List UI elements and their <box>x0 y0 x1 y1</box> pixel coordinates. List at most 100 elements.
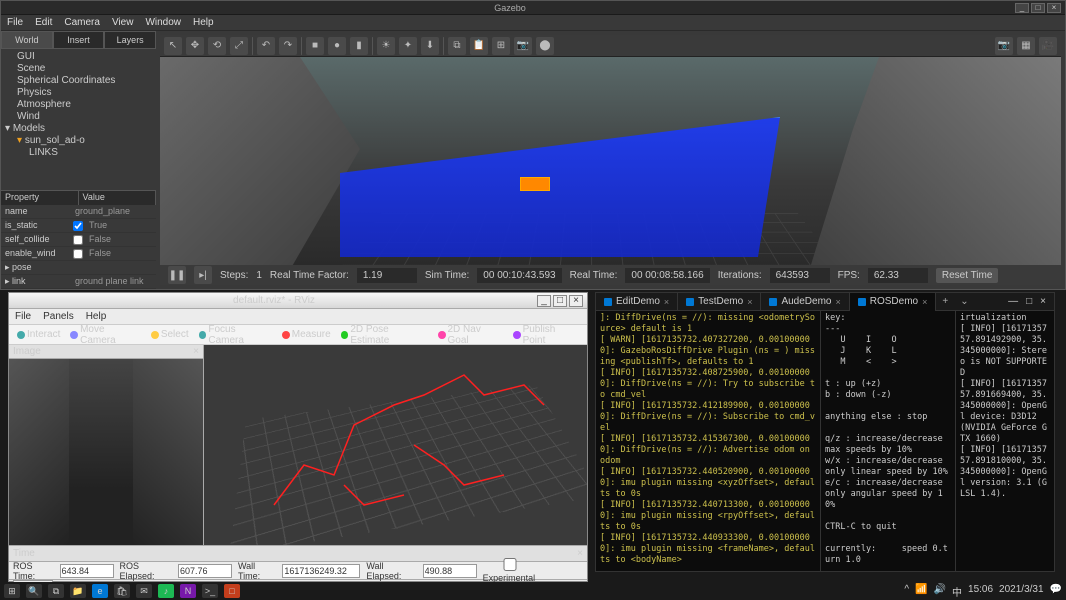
clock-date[interactable]: 2021/3/31 <box>999 584 1044 599</box>
experimental-checkbox[interactable] <box>483 558 537 571</box>
close-button[interactable]: × <box>569 295 583 307</box>
sphere-icon[interactable]: ● <box>328 37 346 55</box>
light-point-icon[interactable]: ☀ <box>377 37 395 55</box>
close-tab-icon[interactable]: × <box>835 297 840 307</box>
terminal-pane-1[interactable]: ]: DiffDrive(ns = //): missing <odometry… <box>596 311 821 571</box>
minimize-button[interactable]: _ <box>537 295 551 307</box>
tray-ime-icon[interactable]: 中 <box>952 584 962 599</box>
search-icon[interactable]: 🔍 <box>26 584 42 598</box>
redo-icon[interactable]: ↷ <box>279 37 297 55</box>
tab-insert[interactable]: Insert <box>53 31 105 49</box>
terminal-pane-3[interactable]: irtualization [ INFO] [1617135757.891492… <box>956 311 1054 571</box>
ros-elapsed-field[interactable] <box>178 564 232 578</box>
menu-camera[interactable]: Camera <box>64 17 100 28</box>
tool-move-camera[interactable]: Move Camera <box>66 322 144 348</box>
tool-measure[interactable]: Measure <box>278 327 335 342</box>
prop-key[interactable]: ▸ link <box>1 275 71 288</box>
system-tray[interactable]: ^ 📶 🔊 中 15:06 2021/3/31 💬 <box>904 584 1062 599</box>
tree-item[interactable]: Wind <box>5 111 152 123</box>
tab-dropdown-icon[interactable]: ⌄ <box>954 296 974 307</box>
panel-close-icon[interactable]: × <box>193 346 199 357</box>
tree-item[interactable]: GUI <box>5 51 152 63</box>
terminal-icon[interactable]: >_ <box>202 584 218 598</box>
prop-checkbox[interactable] <box>73 235 83 245</box>
edge-icon[interactable]: e <box>92 584 108 598</box>
light-spot-icon[interactable]: ✦ <box>399 37 417 55</box>
copy-icon[interactable]: ⧉ <box>448 37 466 55</box>
menu-file[interactable]: File <box>7 17 23 28</box>
prop-checkbox[interactable] <box>73 221 83 231</box>
tree-item[interactable]: Atmosphere <box>5 99 152 111</box>
tool-focus-camera[interactable]: Focus Camera <box>195 322 276 348</box>
term-tab-active[interactable]: ROSDemo× <box>850 293 937 311</box>
world-tree[interactable]: GUI Scene Spherical Coordinates Physics … <box>1 49 156 190</box>
camera-icon[interactable]: 📷 <box>995 37 1013 55</box>
tree-item[interactable]: Spherical Coordinates <box>5 75 152 87</box>
menu-window[interactable]: Window <box>145 17 181 28</box>
menu-edit[interactable]: Edit <box>35 17 52 28</box>
rviz-3d-view[interactable] <box>204 345 587 545</box>
select-icon[interactable]: ↖ <box>164 37 182 55</box>
close-button[interactable]: × <box>1040 296 1046 307</box>
step-icon[interactable]: ▸| <box>194 266 212 284</box>
menu-file[interactable]: File <box>15 311 31 322</box>
paste-icon[interactable]: 📋 <box>470 37 488 55</box>
close-tab-icon[interactable]: × <box>747 297 752 307</box>
terminal-pane-2[interactable]: key: --- U I O J K L M < > t : up (+z) b… <box>821 311 956 571</box>
tray-chevron-icon[interactable]: ^ <box>904 584 909 599</box>
explorer-icon[interactable]: 📁 <box>70 584 86 598</box>
move-icon[interactable]: ✥ <box>186 37 204 55</box>
tool-2d-nav[interactable]: 2D Nav Goal <box>434 322 507 348</box>
menu-panels[interactable]: Panels <box>43 311 74 322</box>
term-tab[interactable]: TestDemo× <box>678 293 761 311</box>
box-icon[interactable]: ■ <box>306 37 324 55</box>
minimize-button[interactable]: — <box>1008 296 1018 307</box>
rviz-titlebar[interactable]: default.rviz* - RViz _ □ × <box>9 293 587 309</box>
wall-elapsed-field[interactable] <box>423 564 477 578</box>
onenote-icon[interactable]: N <box>180 584 196 598</box>
maximize-button[interactable]: □ <box>1026 296 1032 307</box>
tray-wifi-icon[interactable]: 📶 <box>915 584 927 599</box>
tab-layers[interactable]: Layers <box>104 31 156 49</box>
record-icon[interactable]: 🎥 <box>1039 37 1057 55</box>
ortho-icon[interactable]: ▦ <box>1017 37 1035 55</box>
term-tab[interactable]: AudeDemo× <box>761 293 849 311</box>
pause-icon[interactable]: ❚❚ <box>168 266 186 284</box>
prop-key[interactable]: ▸ pose <box>1 261 71 274</box>
reset-time-button[interactable]: Reset Time <box>936 268 999 283</box>
tool-select[interactable]: Select <box>147 327 193 342</box>
tool-2d-pose[interactable]: 2D Pose Estimate <box>337 322 432 348</box>
notification-icon[interactable]: 💬 <box>1050 584 1062 599</box>
spotify-icon[interactable]: ♪ <box>158 584 174 598</box>
tree-item[interactable]: Scene <box>5 63 152 75</box>
new-tab-button[interactable]: + <box>936 296 954 307</box>
tree-item-selected[interactable]: ▾ sun_sol_ad-o <box>5 135 152 147</box>
close-tab-icon[interactable]: × <box>922 297 927 307</box>
snap-icon[interactable]: ⊞ <box>492 37 510 55</box>
close-button[interactable]: × <box>1047 3 1061 13</box>
cylinder-icon[interactable]: ▮ <box>350 37 368 55</box>
tray-volume-icon[interactable]: 🔊 <box>934 584 946 599</box>
mail-icon[interactable]: ✉ <box>136 584 152 598</box>
maximize-button[interactable]: □ <box>553 295 567 307</box>
term-tab[interactable]: EditDemo× <box>596 293 678 311</box>
log-icon[interactable]: ⬤ <box>536 37 554 55</box>
undo-icon[interactable]: ↶ <box>257 37 275 55</box>
tool-publish-point[interactable]: Publish Point <box>509 322 583 348</box>
app-icon[interactable]: □ <box>224 584 240 598</box>
menu-help[interactable]: Help <box>86 311 107 322</box>
store-icon[interactable]: 🛍 <box>114 584 130 598</box>
gazebo-titlebar[interactable]: Gazebo _ □ × <box>1 1 1065 15</box>
ros-time-field[interactable] <box>60 564 114 578</box>
tree-item[interactable]: ▾ Models <box>5 123 152 135</box>
prop-checkbox[interactable] <box>73 249 83 259</box>
minimize-button[interactable]: _ <box>1015 3 1029 13</box>
menu-help[interactable]: Help <box>193 17 214 28</box>
tree-item[interactable]: Physics <box>5 87 152 99</box>
task-view-icon[interactable]: ⧉ <box>48 584 64 598</box>
rotate-icon[interactable]: ⟲ <box>208 37 226 55</box>
clock-time[interactable]: 15:06 <box>968 584 993 599</box>
start-button[interactable]: ⊞ <box>4 584 20 598</box>
camera-image-view[interactable] <box>9 359 203 545</box>
scale-icon[interactable]: ⤢ <box>230 37 248 55</box>
